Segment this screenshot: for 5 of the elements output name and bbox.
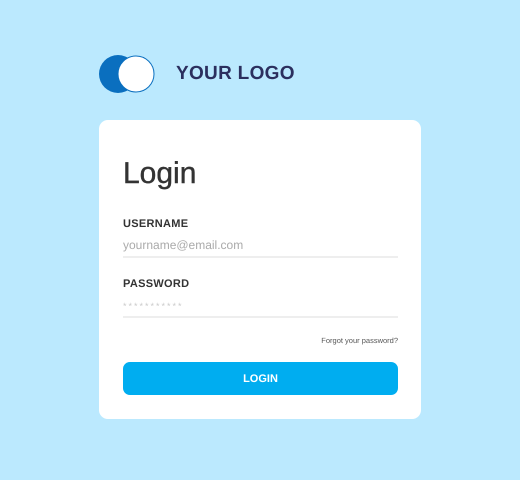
field-label: USERNAME [123, 218, 190, 230]
logo-text: YOUR LOGO [176, 63, 295, 85]
field-label: PASSWORD [123, 278, 190, 290]
logo-icon [99, 55, 155, 93]
login-title: Login [123, 156, 198, 192]
